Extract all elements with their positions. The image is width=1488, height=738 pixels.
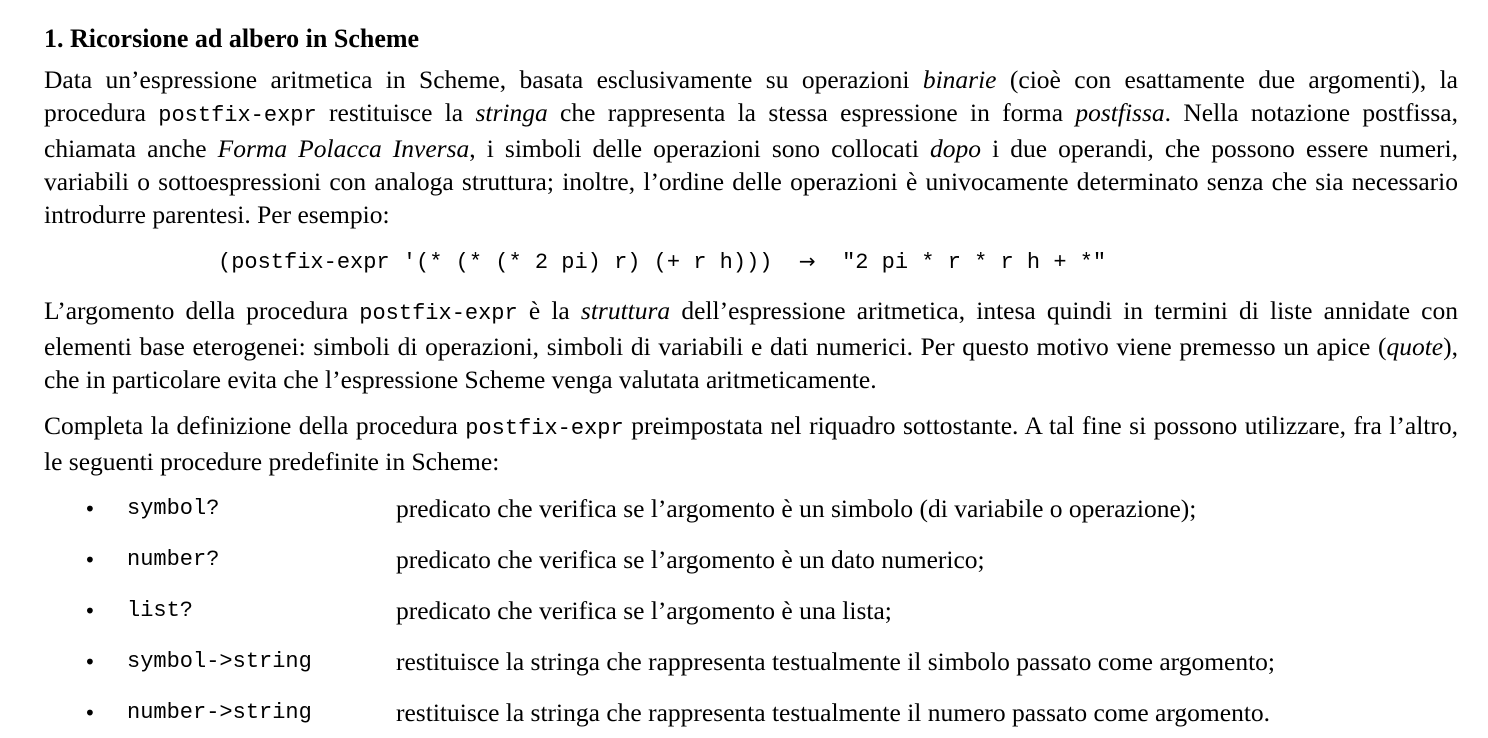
procedure-description: predicato che verifica se l’argomento è … <box>396 494 1197 523</box>
text: restituisce la <box>316 98 476 127</box>
list-item: • list? predicato che verifica se l’argo… <box>0 594 1488 634</box>
bullet-icon: • <box>84 701 96 725</box>
procedure-name: number? <box>127 547 220 572</box>
procedure-name: symbol? <box>127 496 220 521</box>
arrow-icon: → <box>798 249 816 273</box>
emphasis-stringa: stringa <box>475 98 548 127</box>
text: Data un’espressione aritmetica in Scheme… <box>44 65 923 94</box>
code-procedure-name: postfix-expr <box>465 416 624 441</box>
code-procedure-name: postfix-expr <box>359 301 518 326</box>
paragraph-intro: Data un’espressione aritmetica in Scheme… <box>44 63 1458 231</box>
emphasis-quote: quote <box>1386 332 1444 361</box>
procedure-name: list? <box>127 598 194 623</box>
text: che rappresenta la stessa espressione in… <box>547 98 1076 127</box>
list-item: • number->string restituisce la stringa … <box>0 696 1488 736</box>
document-page: 1. Ricorsione ad albero in Scheme Data u… <box>0 0 1488 738</box>
text: Completa la definizione della procedura <box>44 411 466 440</box>
example-code: (postfix-expr '(* (* (* 2 pi) r) (+ r h)… <box>218 250 773 275</box>
procedure-description: restituisce la stringa che rappresenta t… <box>396 647 1276 676</box>
text: L’argomento della procedura <box>44 296 360 325</box>
emphasis-forma-polacca: Forma Polacca Inversa <box>217 134 470 163</box>
procedure-name: number->string <box>127 700 312 725</box>
procedure-description: predicato che verifica se l’argomento è … <box>396 545 985 574</box>
bullet-icon: • <box>84 599 96 623</box>
code-procedure-name: postfix-expr <box>158 103 317 128</box>
procedure-name: symbol->string <box>127 649 312 674</box>
text: , i simboli delle operazioni sono colloc… <box>469 134 930 163</box>
emphasis-dopo: dopo <box>930 134 981 163</box>
list-item: • symbol? predicato che verifica se l’ar… <box>0 492 1488 532</box>
bullet-icon: • <box>84 548 96 572</box>
procedure-description: predicato che verifica se l’argomento è … <box>396 596 892 625</box>
bullet-icon: • <box>84 497 96 521</box>
list-item: • number? predicato che verifica se l’ar… <box>0 543 1488 583</box>
emphasis-struttura: struttura <box>580 296 671 325</box>
bullet-icon: • <box>84 650 96 674</box>
paragraph-instructions: Completa la definizione della procedura … <box>44 409 1458 478</box>
section-heading: 1. Ricorsione ad albero in Scheme <box>44 24 420 53</box>
emphasis-binarie: binarie <box>922 65 997 94</box>
paragraph-argument: L’argomento della procedura postfix-expr… <box>44 294 1458 396</box>
list-item: • symbol->string restituisce la stringa … <box>0 645 1488 685</box>
text: è la <box>517 296 581 325</box>
example-line: (postfix-expr '(* (* (* 2 pi) r) (+ r h)… <box>218 245 1106 279</box>
emphasis-postfissa: postfissa <box>1075 98 1165 127</box>
example-result: "2 pi * r * r h + *" <box>842 250 1107 275</box>
procedure-description: restituisce la stringa che rappresenta t… <box>396 698 1271 727</box>
